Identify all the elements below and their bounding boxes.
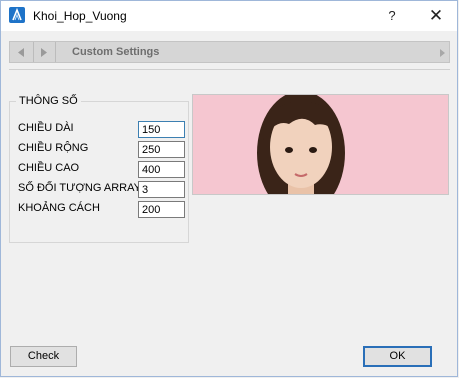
title-bar[interactable]: Khoi_Hop_Vuong ? ✕ [1, 1, 457, 31]
nav-title: Custom Settings [72, 46, 160, 58]
array-count-label: SỐ ĐỐI TƯỢNG ARRAY [18, 182, 141, 194]
height-input[interactable] [138, 161, 185, 178]
height-label: CHIỀU CAO [18, 162, 80, 174]
spacing-input[interactable] [138, 201, 185, 218]
triangle-left-icon [18, 48, 24, 57]
params-group-title: THÔNG SỐ [16, 95, 81, 107]
preview-image [192, 94, 449, 195]
help-button[interactable]: ? [381, 6, 403, 26]
portrait-photo [193, 95, 448, 194]
forward-button[interactable] [33, 42, 56, 62]
window-title: Khoi_Hop_Vuong [33, 9, 127, 23]
app-icon [9, 7, 25, 23]
dialog-window: Khoi_Hop_Vuong ? ✕ Custom Settings THÔNG… [0, 0, 458, 377]
length-input[interactable] [138, 121, 185, 138]
ok-button[interactable]: OK [363, 346, 432, 367]
spacing-label: KHOẢNG CÁCH [18, 202, 100, 214]
divider [9, 69, 450, 70]
width-label: CHIỀU RỘNG [18, 142, 89, 154]
nav-expand-icon[interactable] [440, 48, 445, 60]
array-count-input[interactable] [138, 181, 185, 198]
length-label: CHIỀU DÀI [18, 122, 74, 134]
close-button[interactable]: ✕ [425, 6, 447, 26]
width-input[interactable] [138, 141, 185, 158]
triangle-right-icon [41, 48, 47, 57]
navigation-bar: Custom Settings [9, 41, 450, 63]
back-button[interactable] [10, 42, 34, 62]
check-button[interactable]: Check [10, 346, 77, 367]
